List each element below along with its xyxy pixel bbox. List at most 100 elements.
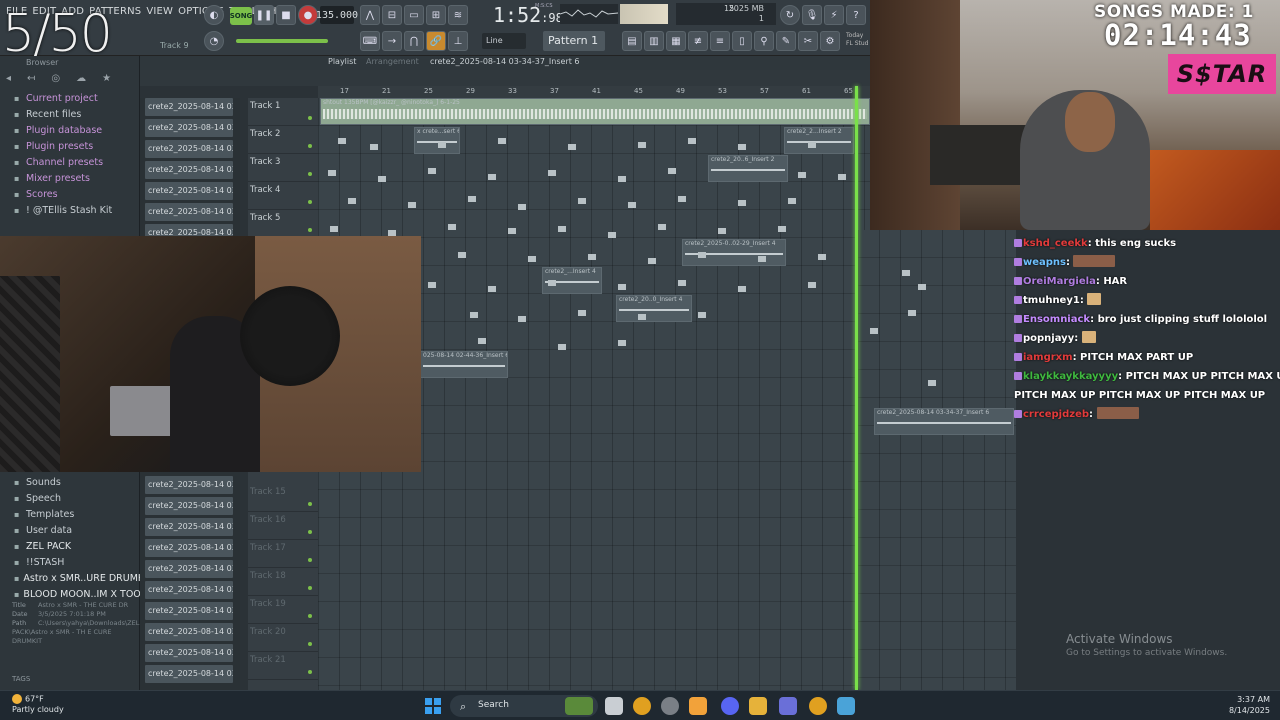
note-clip[interactable] bbox=[698, 312, 706, 318]
track-header[interactable]: Track 18 bbox=[248, 568, 318, 596]
note-clip[interactable] bbox=[818, 254, 826, 260]
note-clip[interactable] bbox=[578, 310, 586, 316]
note-clip[interactable] bbox=[718, 228, 726, 234]
playlist-grid-right[interactable]: crete2_2025-08-14 03-34-37_Insert 6 bbox=[858, 230, 1016, 690]
track-mute-led[interactable] bbox=[308, 670, 312, 674]
audio-clip[interactable]: 025-08-14 02-44-36_Insert 6 bbox=[420, 351, 508, 378]
note-clip[interactable] bbox=[618, 176, 626, 182]
note-clip[interactable] bbox=[378, 176, 386, 182]
photos-icon[interactable] bbox=[837, 697, 855, 715]
pattern-item[interactable]: crete2_2025-08-14 03-3... bbox=[145, 476, 233, 494]
pattern-item[interactable]: crete2_2025-08-14 03-3... bbox=[145, 497, 233, 515]
pattern-item[interactable]: crete2_2025-08-14 03-3... bbox=[145, 581, 233, 599]
note-clip[interactable] bbox=[588, 254, 596, 260]
browser-item[interactable]: ▪ Astro x SMR..URE DRUMKIT bbox=[0, 570, 140, 586]
note-clip[interactable] bbox=[518, 316, 526, 322]
note-clip[interactable] bbox=[678, 196, 686, 202]
song-mode-toggle[interactable]: SONG bbox=[230, 7, 252, 25]
pattern-item[interactable]: crete2_2025-08-14 03-3... bbox=[145, 98, 233, 116]
track-mute-led[interactable] bbox=[308, 558, 312, 562]
note-clip[interactable] bbox=[698, 252, 706, 258]
fl-studio-icon[interactable] bbox=[689, 697, 707, 715]
note-clip[interactable] bbox=[470, 312, 478, 318]
track-header[interactable]: Track 2 bbox=[248, 126, 318, 154]
task-view-icon[interactable] bbox=[605, 697, 623, 715]
track-mute-led[interactable] bbox=[308, 502, 312, 506]
menu-view[interactable]: VIEW bbox=[146, 6, 173, 17]
file-icon[interactable]: ▯ bbox=[732, 31, 752, 51]
track-mute-led[interactable] bbox=[308, 586, 312, 590]
timeline-ruler[interactable]: 17 21 25 29 33 37 41 45 49 53 57 61 65 bbox=[318, 86, 870, 98]
track-mute-led[interactable] bbox=[308, 530, 312, 534]
track-header[interactable]: Track 17 bbox=[248, 540, 318, 568]
note-clip[interactable] bbox=[518, 204, 526, 210]
note-clip[interactable] bbox=[928, 380, 936, 386]
track-header[interactable]: Track 16 bbox=[248, 512, 318, 540]
note-clip[interactable] bbox=[738, 144, 746, 150]
note-clip[interactable] bbox=[348, 198, 356, 204]
browser-item[interactable]: ▪ Scores bbox=[0, 186, 139, 202]
note-clip[interactable] bbox=[608, 232, 616, 238]
tempo-display[interactable]: 135.000 bbox=[316, 6, 358, 24]
track-mute-led[interactable] bbox=[308, 144, 312, 148]
note-clip[interactable] bbox=[578, 198, 586, 204]
note-clip[interactable] bbox=[688, 138, 696, 144]
tool-icon[interactable]: ✎ bbox=[776, 31, 796, 51]
pattern-item[interactable]: crete2_2025-08-14 03-3... bbox=[145, 140, 233, 158]
plugin-icon[interactable]: ⚡ bbox=[824, 5, 844, 25]
tags-bar[interactable]: TAGS bbox=[0, 671, 140, 689]
magnet-icon[interactable]: ⋂ bbox=[404, 31, 424, 51]
note-clip[interactable] bbox=[478, 338, 486, 344]
cloud-icon[interactable]: ☁ bbox=[76, 73, 86, 87]
help-icon[interactable]: ? bbox=[846, 5, 866, 25]
browser-item[interactable]: ▪ BLOOD MOON..IM X TOOM bbox=[0, 586, 140, 602]
note-clip[interactable] bbox=[328, 170, 336, 176]
note-clip[interactable] bbox=[508, 228, 516, 234]
note-clip[interactable] bbox=[778, 226, 786, 232]
note-clip[interactable] bbox=[838, 174, 846, 180]
pattern-item[interactable]: crete2_2025-08-14 03-3... bbox=[145, 161, 233, 179]
pattern-item[interactable]: crete2_2025-08-14 03-3... bbox=[145, 203, 233, 221]
browser-item[interactable]: ▪ Plugin database bbox=[0, 122, 139, 138]
browser-item[interactable]: ▪ User data bbox=[0, 522, 140, 538]
note-clip[interactable] bbox=[668, 168, 676, 174]
pattern-item[interactable]: crete2_2025-08-14 03-3... bbox=[145, 602, 233, 620]
pattern-select[interactable]: Pattern 1 bbox=[543, 31, 605, 51]
note-clip[interactable] bbox=[648, 258, 656, 264]
note-clip[interactable] bbox=[628, 202, 636, 208]
wait-icon[interactable]: ⊟ bbox=[382, 5, 402, 25]
system-clock[interactable]: 3:37 AM 8/14/2025 bbox=[1226, 694, 1270, 716]
browser-item[interactable]: ▪ Templates bbox=[0, 506, 140, 522]
track-mute-led[interactable] bbox=[308, 642, 312, 646]
track-header[interactable]: Track 1 bbox=[248, 98, 318, 126]
note-clip[interactable] bbox=[908, 310, 916, 316]
master-volume-slider[interactable] bbox=[236, 39, 328, 43]
note-clip[interactable] bbox=[638, 314, 646, 320]
pattern-item[interactable]: crete2_2025-08-14 03-3... bbox=[145, 518, 233, 536]
note-clip[interactable] bbox=[808, 282, 816, 288]
track-mute-led[interactable] bbox=[308, 614, 312, 618]
browser-item[interactable]: ▪ Plugin presets bbox=[0, 138, 139, 154]
note-clip[interactable] bbox=[658, 224, 666, 230]
audio-clip[interactable]: shtout 135BPM [@kaizzr_ @ninotoka_] 6-1-… bbox=[320, 98, 870, 125]
file-explorer-icon[interactable] bbox=[749, 697, 767, 715]
audio-clip[interactable]: crete2_20..0_Insert 4 bbox=[616, 295, 692, 322]
track-header[interactable]: Track 4 bbox=[248, 182, 318, 210]
chrome-alt-icon[interactable] bbox=[809, 697, 827, 715]
track-header[interactable]: Track 19 bbox=[248, 596, 318, 624]
tempo-tap-icon[interactable]: ✂ bbox=[798, 31, 818, 51]
note-clip[interactable] bbox=[798, 172, 806, 178]
pattern-item[interactable]: crete2_2025-08-14 03-3... bbox=[145, 182, 233, 200]
pattern-item[interactable]: crete2_2025-08-14 03-3... bbox=[145, 119, 233, 137]
weather-widget[interactable]: 67°F Partly cloudy bbox=[12, 694, 64, 715]
note-clip[interactable] bbox=[918, 284, 926, 290]
link-icon[interactable]: 🔗 bbox=[426, 31, 446, 51]
pattern-item[interactable]: crete2_2025-08-14 03-3... bbox=[145, 560, 233, 578]
metronome-icon[interactable]: ⋀ bbox=[360, 5, 380, 25]
hint-icon[interactable]: ◐ bbox=[204, 5, 224, 25]
note-clip[interactable] bbox=[448, 224, 456, 230]
note-clip[interactable] bbox=[468, 196, 476, 202]
track-mute-led[interactable] bbox=[308, 172, 312, 176]
blend-icon[interactable]: ≋ bbox=[448, 5, 468, 25]
note-clip[interactable] bbox=[738, 286, 746, 292]
